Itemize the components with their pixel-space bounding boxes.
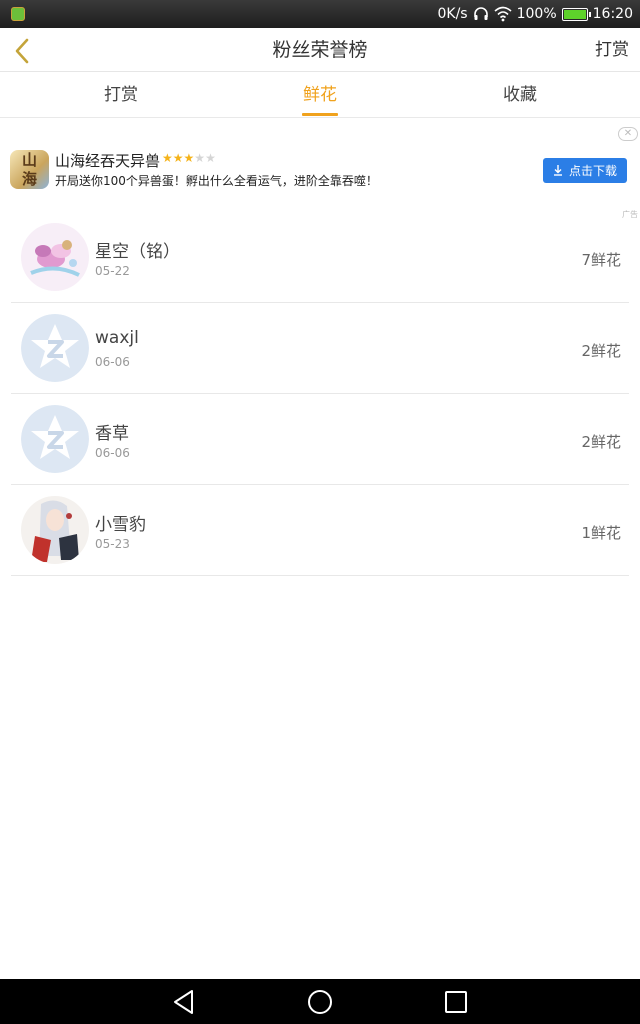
ad-download-label: 点击下载: [568, 164, 617, 178]
star-icon: ★: [205, 151, 216, 165]
fans-list: 星空（铭） 05-22 7鲜花 waxjl 06-06 2鲜花 香草 06-06…: [0, 212, 640, 576]
anime-flower-avatar-icon: [21, 223, 89, 291]
ad-download-button[interactable]: 点击下载: [543, 158, 627, 183]
fan-date: 05-22: [95, 264, 130, 278]
tab-tips[interactable]: 打赏: [81, 73, 161, 118]
avatar: [21, 314, 89, 382]
chevron-left-icon: [15, 38, 29, 64]
avatar: [21, 405, 89, 473]
app-icon: [11, 7, 25, 21]
list-item[interactable]: 小雪豹 05-23 1鲜花: [11, 485, 629, 576]
tab-flowers[interactable]: 鲜花: [280, 73, 360, 118]
system-back-button[interactable]: [170, 988, 198, 1016]
tab-label: 打赏: [104, 85, 138, 105]
circle-home-icon: [308, 990, 332, 1014]
ad-banner[interactable]: ✕ 山海 山海经吞天异兽 ★★★★★ 开局送你100个异兽蛋！孵出什么全看运气，…: [0, 126, 640, 220]
avatar: [21, 223, 89, 291]
ad-app-icon: 山海: [10, 150, 49, 189]
clock: 16:20: [592, 6, 633, 22]
star-icon: ★: [194, 151, 206, 165]
triangle-back-icon: [174, 990, 193, 1014]
fan-name: waxjl: [95, 328, 139, 348]
status-indicators: 0K/s 100% 16:20: [438, 0, 634, 28]
nav-bar: 粉丝荣誉榜 打赏: [0, 28, 640, 72]
system-home-button[interactable]: [306, 988, 334, 1016]
system-nav-bar: [0, 979, 640, 1024]
tab-label: 收藏: [503, 85, 537, 105]
headphone-icon: [473, 7, 488, 20]
ad-close-button[interactable]: ✕: [618, 127, 638, 141]
star-icon: ★: [172, 151, 184, 165]
avatar: [21, 496, 89, 564]
default-star-avatar-icon: [21, 405, 89, 473]
wifi-icon: [494, 6, 512, 22]
list-item[interactable]: waxjl 06-06 2鲜花: [11, 303, 629, 394]
star-icon: ★: [162, 151, 173, 165]
tab-label: 鲜花: [303, 85, 337, 105]
flower-count: 1鲜花: [581, 524, 621, 542]
active-tab-indicator: [302, 113, 338, 116]
battery-level-fill: [563, 9, 586, 19]
fan-date: 06-06: [95, 446, 130, 460]
default-star-avatar-icon: [21, 314, 89, 382]
star-icon: ★: [183, 151, 195, 165]
tab-favorites[interactable]: 收藏: [480, 73, 560, 118]
square-recents-icon: [445, 991, 467, 1013]
download-icon: [553, 165, 562, 176]
ad-icon-text: 山海: [21, 151, 37, 188]
status-bar: 0K/s 100% 16:20: [0, 0, 640, 28]
list-item[interactable]: 香草 06-06 2鲜花: [11, 394, 629, 485]
fan-date: 05-23: [95, 537, 130, 551]
ad-description: 开局送你100个异兽蛋！孵出什么全看运气，进阶全靠吞噬！: [55, 174, 378, 188]
back-button[interactable]: [6, 32, 42, 68]
list-item[interactable]: 星空（铭） 05-22 7鲜花: [11, 212, 629, 303]
tip-button[interactable]: 打赏: [595, 28, 629, 72]
flower-count: 7鲜花: [581, 251, 621, 269]
ad-title: 山海经吞天异兽: [55, 152, 161, 170]
tab-bar: 打赏 鲜花 收藏: [0, 73, 640, 118]
fan-name: 香草: [95, 424, 129, 444]
flower-count: 2鲜花: [581, 433, 621, 451]
flower-count: 2鲜花: [581, 342, 621, 360]
anime-girl-avatar-icon: [21, 496, 89, 564]
ad-rating: ★★★★★: [162, 151, 216, 165]
network-speed: 0K/s: [437, 6, 468, 22]
battery-icon: [561, 7, 591, 21]
page-title: 粉丝荣誉榜: [272, 39, 368, 61]
system-recents-button[interactable]: [442, 988, 470, 1016]
fan-name: 小雪豹: [95, 515, 146, 535]
fan-date: 06-06: [95, 355, 130, 369]
battery-percent: 100%: [516, 6, 557, 22]
fan-name: 星空（铭）: [95, 242, 180, 262]
